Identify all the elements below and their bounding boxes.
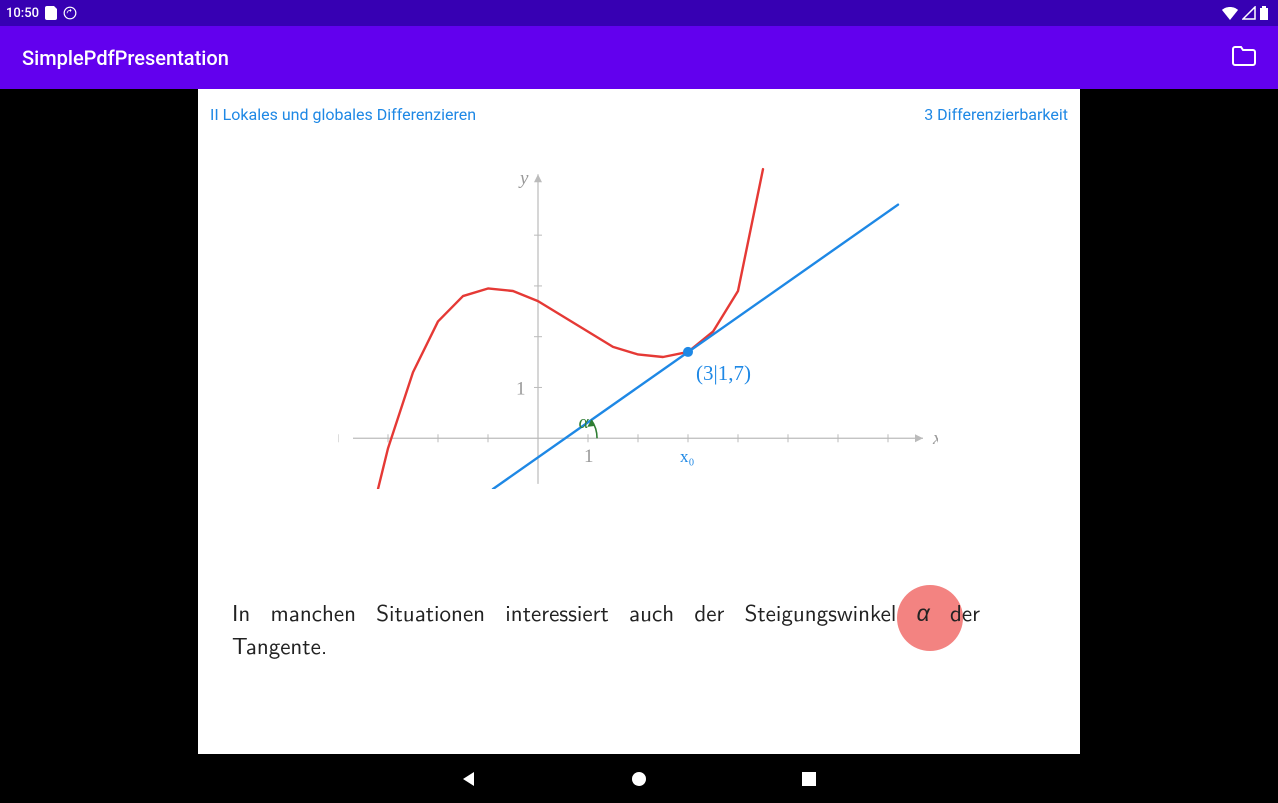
sync-icon xyxy=(63,6,77,20)
svg-text:1: 1 xyxy=(584,446,594,467)
recents-button[interactable] xyxy=(799,769,819,789)
wifi-icon xyxy=(1222,6,1238,20)
text-before: In manchen Situationen interessiert auch… xyxy=(232,595,917,629)
svg-text:x: x xyxy=(932,428,938,449)
app-title: SimplePdfPresentation xyxy=(22,46,229,70)
clock: 10:50 xyxy=(6,6,39,21)
navigation-bar xyxy=(0,754,1278,803)
header-left: II Lokales und globales Differenzieren xyxy=(210,105,476,124)
home-button[interactable] xyxy=(629,769,649,789)
header-right: 3 Differenzierbarkeit xyxy=(924,105,1068,124)
back-icon xyxy=(460,770,478,788)
app-bar: SimplePdfPresentation xyxy=(0,26,1278,89)
home-icon xyxy=(630,770,648,788)
svg-text:y: y xyxy=(518,168,529,189)
pdf-page[interactable]: II Lokales und globales Differenzieren 3… xyxy=(198,89,1080,754)
page-header: II Lokales und globales Differenzieren 3… xyxy=(210,105,1068,124)
content-area[interactable]: II Lokales und globales Differenzieren 3… xyxy=(0,89,1278,754)
svg-text:α: α xyxy=(579,412,590,433)
alpha-symbol: α xyxy=(917,595,930,629)
sd-card-icon xyxy=(45,6,57,20)
chart: x y 1 1 (3|1,7) x₀ α xyxy=(338,159,938,489)
signal-icon xyxy=(1242,6,1256,20)
svg-text:(3|1,7): (3|1,7) xyxy=(696,361,751,385)
back-button[interactable] xyxy=(459,769,479,789)
slide-text: In manchen Situationen interessiert auch… xyxy=(232,596,980,663)
open-folder-button[interactable] xyxy=(1232,46,1256,70)
svg-text:x₀: x₀ xyxy=(680,447,695,466)
svg-text:1: 1 xyxy=(516,378,526,399)
battery-icon xyxy=(1260,6,1268,20)
folder-icon xyxy=(1232,46,1256,66)
recents-icon xyxy=(801,771,817,787)
status-bar: 10:50 xyxy=(0,0,1278,26)
